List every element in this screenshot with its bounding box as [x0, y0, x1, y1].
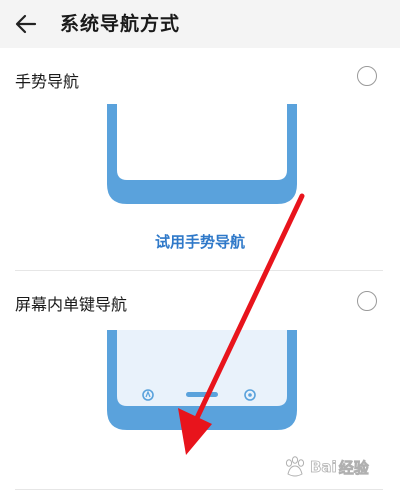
home-bar-icon [186, 392, 218, 397]
single-key-phone-illustration [107, 330, 297, 430]
page-title: 系统导航方式 [60, 13, 181, 35]
arrow-left-icon [15, 14, 37, 34]
radio-single-key-navigation[interactable] [357, 291, 377, 311]
option-label: 手势导航 [15, 72, 80, 91]
try-gesture-navigation-link[interactable]: 试用手势导航 [0, 231, 400, 252]
option-single-key-navigation[interactable]: 屏幕内单键导航 [0, 271, 400, 500]
option-gesture-navigation[interactable]: 手势导航 试用手势导航 [0, 48, 400, 270]
option-label: 屏幕内单键导航 [15, 295, 128, 314]
title-bar: 系统导航方式 [0, 0, 400, 48]
back-button[interactable] [8, 6, 44, 42]
radio-gesture-navigation[interactable] [357, 66, 377, 86]
divider [15, 489, 383, 490]
phone-screen [117, 104, 287, 180]
gesture-phone-illustration [107, 104, 297, 204]
